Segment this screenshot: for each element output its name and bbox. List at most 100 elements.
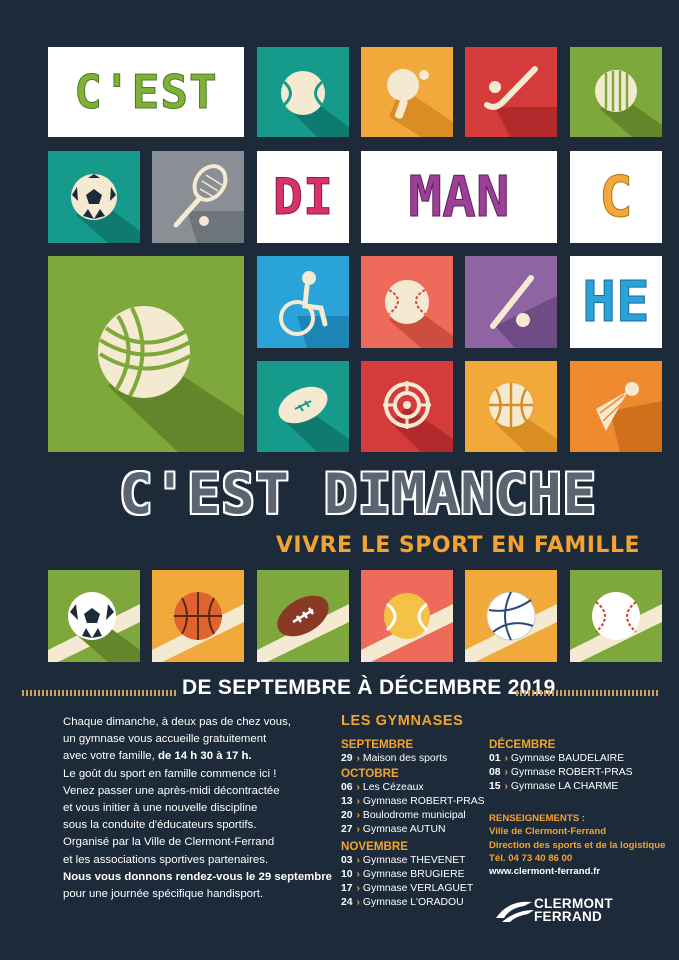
schedule-day: 13 [341,796,353,807]
ball-tile-baseball [570,570,662,662]
chevron-right-icon: › [353,855,360,866]
month-heading-novembre: NOVEMBRE [341,840,408,853]
schedule-col-left: SEPTEMBRE 29 › Maison des sports OCTOBRE … [341,737,491,910]
schedule-place: Gymnase ROBERT-PRAS [362,796,485,807]
divider-left [22,690,178,696]
schedule-day: 20 [341,810,353,821]
intro-line: un gymnase vous accueille gratuitement [63,733,267,746]
ball-tile-rugby [257,570,349,662]
schedule-day: 27 [341,824,353,835]
intro-line: Chaque dimanche, à deux pas de chez vous… [63,716,291,728]
chevron-right-icon: › [353,753,360,764]
schedule-day: 08 [489,767,501,778]
intro-hours: de 14 h 30 à 17 h. [157,750,252,763]
month-list-octobre: 06 › Les Cézeaux 13 › Gymnase ROBERT-PRAS 20… [341,781,491,837]
contact-phone: Tél. 04 73 40 86 00 [489,852,573,864]
ping-pong-tile [361,47,453,137]
schedule-row: 20 › Boulodrome municipal [341,809,491,823]
title-word-man: MAN [408,164,510,230]
soccer-ball-icon [48,592,140,662]
rugby-ball-icon [278,386,349,452]
tennis-ball-icon [361,593,453,662]
tennis-ball-tile [257,47,349,137]
schedule-row: 29 › Maison des sports [341,752,491,766]
title-word-he: HE [582,269,650,335]
intro-line: Organisé par la Ville de Clermont-Ferran… [63,836,275,849]
intro-line: avec votre famille, de 14 h 30 à 17 h. [63,748,333,765]
schedule-place: Gymnase THEVENET [362,855,466,866]
chevron-right-icon: › [353,782,360,793]
ball-tile-soccer [48,570,140,662]
chevron-right-icon: › [501,753,508,764]
schedule-place: Gymnase VERLAGUET [362,883,474,894]
field-hockey-icon [484,66,557,137]
intro-line: et les associations sportives partenaire… [63,853,269,866]
ping-pong-icon [387,69,453,137]
intro-line: sous la conduite d'éducateurs sportifs. [63,819,257,832]
rugby-tile [257,361,349,452]
title-word-cest: C'EST [74,65,218,120]
badminton-racket-icon [173,164,244,243]
gymnases-title: LES GYMNASES [341,713,464,729]
ball-tile-basketball [152,570,244,662]
schedule-place: Gymnase ROBERT-PRAS [510,767,633,778]
intro-line: pour une journée spécifique handisport. [63,888,264,901]
cricket-tile [465,256,557,348]
schedule-row: 03 › Gymnase THEVENET [341,854,491,868]
field-hockey-tile [465,47,557,137]
handisport-tile [257,256,349,348]
basketball-icon [152,592,244,662]
title-tile-man: MAN [361,151,557,243]
schedule-day: 03 [341,855,353,866]
archery-tile [361,361,453,452]
schedule-day: 01 [489,753,501,764]
schedule-place: Gymnase BRUGIERE [362,869,465,880]
schedule-day: 29 [341,753,353,764]
ball-tile-tennis [361,570,453,662]
ball-tile-volleyball [465,570,557,662]
chevron-right-icon: › [353,897,360,908]
divider-right [516,690,659,696]
schedule-day: 06 [341,782,353,793]
schedule-place: Boulodrome municipal [362,810,466,821]
intro-line-part: avec votre famille, [63,750,158,763]
soccer-ball-icon [71,174,140,243]
contact-department: Direction des sports et de la logistique [489,839,666,851]
period-title: DE SEPTEMBRE À DÉCEMBRE 2019 [182,676,556,699]
intro-line: Nous vous donnons rendez-vous le 29 sept… [63,870,333,883]
schedule-place: Gymnase LA CHARME [510,781,619,792]
schedule-row: 01 › Gymnase BAUDELAIRE [489,752,669,766]
schedule-day: 10 [341,869,353,880]
contact-label: RENSEIGNEMENTS : [489,813,585,824]
contact-website[interactable]: www.clermont-ferrand.fr [489,865,669,878]
schedule-row: 15 › Gymnase LA CHARME [489,780,669,794]
contact-city: Ville de Clermont-Ferrand [489,826,607,838]
schedule-place: Gymnase AUTUN [362,824,446,835]
badminton-tile [152,151,244,243]
title-word-c: C [599,164,634,230]
petanque-ball-icon [98,306,244,452]
chevron-right-icon: › [353,824,360,835]
schedule-row: 17 › Gymnase VERLAGUET [341,882,491,896]
intro-line: Venez passer une après-midi décontractée [63,784,280,797]
logo-line-2: FERRAND [534,909,603,924]
schedule-row: 06 › Les Cézeaux [341,781,491,795]
basketball-icon [489,383,557,452]
title-tile-c: C [570,151,662,243]
month-heading-decembre: DÉCEMBRE [489,738,556,751]
schedule-col-right: DÉCEMBRE 01 › Gymnase BAUDELAIRE 08 › Gymna… [489,737,669,794]
month-list-novembre: 03 › Gymnase THEVENET 10 › Gymnase BRUGIERE… [341,854,491,910]
volleyball-icon [465,591,557,662]
boules-tile [570,47,662,137]
schedule-place: Maison des sports [362,753,448,764]
tagline: VIVRE LE SPORT EN FAMILLE [275,533,640,558]
soccer-tile [48,151,140,243]
title-tile-he: HE [570,256,662,348]
rugby-ball-icon [257,595,349,662]
tennis-ball-icon [281,71,349,137]
clermont-ferrand-logo: CLERMONT FERRAND [494,896,634,926]
basketball-tile [465,361,557,452]
month-heading-septembre: SEPTEMBRE [341,738,414,751]
month-list-decembre: 01 › Gymnase BAUDELAIRE 08 › Gymnase ROBERT… [489,752,669,794]
schedule-row: 27 › Gymnase AUTUN [341,823,491,837]
